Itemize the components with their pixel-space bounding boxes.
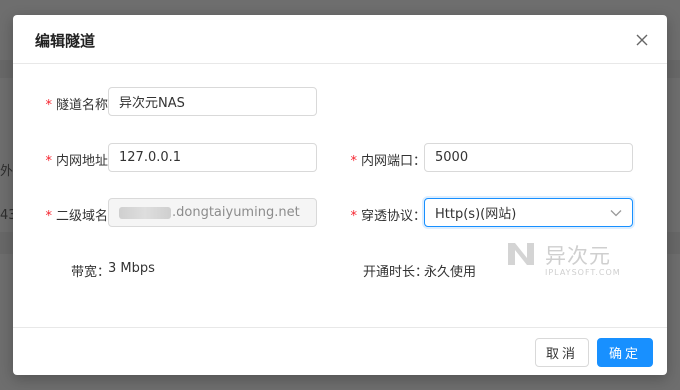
cancel-button[interactable]: 取消 <box>535 338 589 367</box>
tunnel-name-input[interactable]: 异次元NAS <box>108 87 317 116</box>
required-mark: * <box>45 98 52 113</box>
iplaysoft-logo-icon <box>508 243 534 265</box>
edit-tunnel-dialog: 编辑隧道 * 隧道名称： 异次元NAS * 内网地址： 127.0.0.1 * 内网端… <box>13 15 667 375</box>
duration-label: 开通时长： <box>363 265 429 280</box>
close-button[interactable] <box>631 29 653 51</box>
lan-port-label: * 内网端口： <box>350 154 426 169</box>
chevron-down-icon <box>610 209 622 216</box>
watermark-name: 异次元 <box>545 244 611 268</box>
protocol-select[interactable]: Http(s)(网站) <box>424 198 633 227</box>
protocol-label: * 穿透协议： <box>350 209 426 224</box>
watermark-subtitle: IPLAYSOFT.COM <box>545 268 621 277</box>
subdomain-input: .dongtaiyuming.net <box>108 198 317 227</box>
watermark: 异次元 IPLAYSOFT.COM <box>505 238 635 288</box>
ok-button[interactable]: 确定 <box>597 338 653 367</box>
required-mark: * <box>350 154 357 169</box>
bandwidth-value: 3 Mbps <box>108 261 155 276</box>
close-icon <box>636 34 648 46</box>
dialog-title: 编辑隧道 <box>35 32 96 50</box>
lan-port-input[interactable]: 5000 <box>424 143 633 172</box>
dialog-header: 编辑隧道 <box>13 15 667 64</box>
bandwidth-label: 带宽： <box>71 265 111 280</box>
redacted-prefix <box>119 206 171 219</box>
duration-value: 永久使用 <box>424 265 477 280</box>
lan-address-input[interactable]: 127.0.0.1 <box>108 143 317 172</box>
required-mark: * <box>45 154 52 169</box>
dialog-footer: 取消 确定 <box>13 327 667 375</box>
required-mark: * <box>45 209 52 224</box>
required-mark: * <box>350 209 357 224</box>
